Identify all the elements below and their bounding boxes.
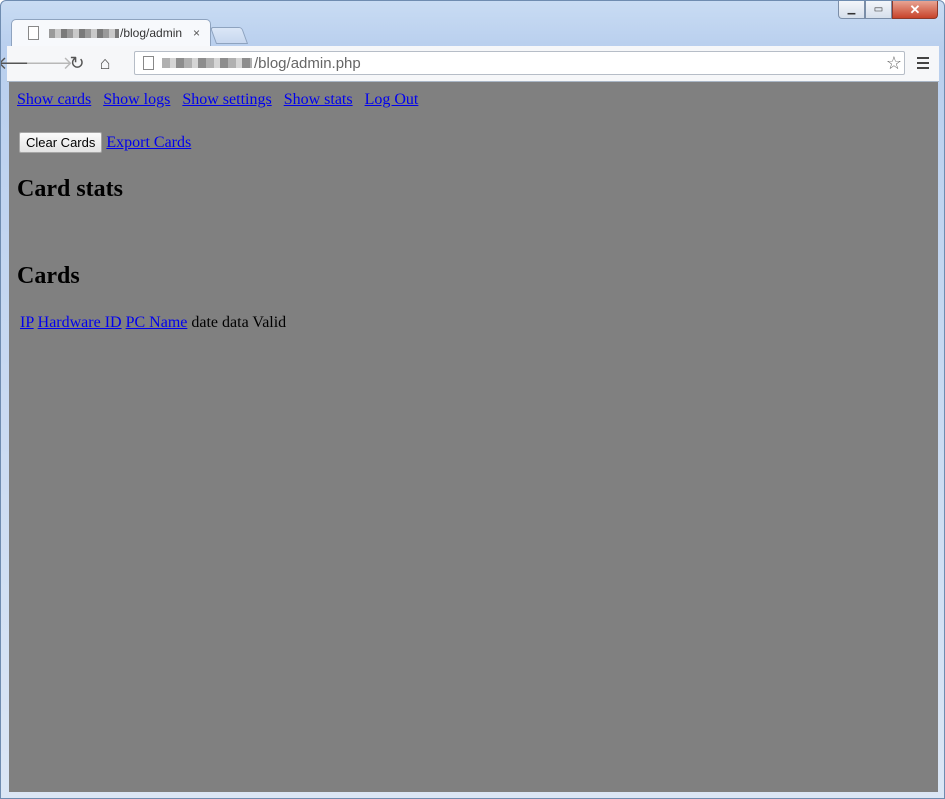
close-window-button[interactable]: ✕ [892, 1, 938, 19]
home-button[interactable]: ⌂ [91, 50, 119, 78]
reload-button[interactable]: ↻ [63, 50, 91, 78]
column-valid: Valid [252, 314, 287, 331]
bookmark-star-icon[interactable]: ☆ [886, 53, 902, 74]
show-logs-link[interactable]: Show logs [103, 91, 170, 108]
redacted-host [49, 28, 119, 38]
page-icon [143, 56, 154, 70]
address-bar[interactable]: /blog/admin.php ☆ [134, 51, 905, 75]
forward-button[interactable]: 🡒 [25, 50, 73, 78]
tab-title: /blog/admin [120, 26, 183, 40]
sort-ip-link[interactable]: IP [20, 314, 34, 331]
column-date: date [191, 314, 219, 331]
browser-window: ▁ ▭ ✕ /blog/admin × 🡐 🡒 ↻ ⌂ /blog/admin.… [0, 0, 945, 799]
new-tab-button[interactable] [209, 27, 249, 44]
redacted-host [162, 58, 252, 68]
page-content: Show cards Show logs Show settings Show … [9, 82, 938, 792]
log-out-link[interactable]: Log Out [365, 91, 419, 108]
show-cards-link[interactable]: Show cards [17, 91, 91, 108]
sort-pc-name-link[interactable]: PC Name [126, 314, 188, 331]
show-settings-link[interactable]: Show settings [182, 91, 271, 108]
maximize-button[interactable]: ▭ [865, 1, 892, 19]
minimize-button[interactable]: ▁ [838, 1, 865, 19]
card-stats-heading: Card stats [17, 176, 123, 202]
menu-icon[interactable] [913, 52, 933, 74]
export-cards-link[interactable]: Export Cards [106, 134, 191, 152]
cards-table-header: IP Hardware ID PC Name date data Valid [20, 314, 286, 332]
page-icon [28, 26, 39, 40]
url-text: /blog/admin.php [254, 54, 361, 72]
cards-heading: Cards [17, 263, 80, 289]
window-controls: ▁ ▭ ✕ [838, 1, 938, 19]
browser-toolbar: 🡐 🡒 ↻ ⌂ /blog/admin.php ☆ [1, 46, 939, 82]
browser-tab[interactable]: /blog/admin × [11, 19, 211, 46]
clear-cards-button[interactable]: Clear Cards [19, 132, 103, 153]
sort-hardware-id-link[interactable]: Hardware ID [38, 314, 122, 331]
show-stats-link[interactable]: Show stats [284, 91, 353, 108]
admin-nav: Show cards Show logs Show settings Show … [17, 91, 426, 109]
close-tab-icon[interactable]: × [193, 26, 200, 40]
card-actions: Clear Cards Export Cards [19, 132, 191, 153]
column-data: data [222, 314, 249, 331]
